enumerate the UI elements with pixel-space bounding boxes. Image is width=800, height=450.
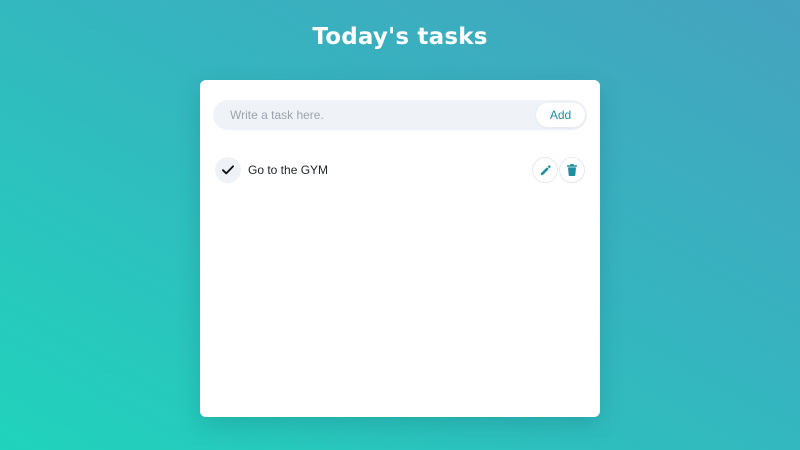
task-label: Go to the GYM bbox=[248, 163, 329, 177]
task-list: Go to the GYM bbox=[215, 157, 585, 183]
task-card: Add Go to the GYM bbox=[200, 80, 600, 417]
page-title: Today's tasks bbox=[312, 24, 488, 50]
trash-icon bbox=[567, 164, 577, 176]
edit-task-button[interactable] bbox=[532, 157, 558, 183]
pencil-icon bbox=[540, 164, 551, 176]
task-input-row: Add bbox=[213, 100, 587, 130]
task-input[interactable] bbox=[213, 100, 533, 130]
list-item: Go to the GYM bbox=[215, 157, 585, 183]
complete-toggle-button[interactable] bbox=[215, 157, 241, 183]
delete-task-button[interactable] bbox=[559, 157, 585, 183]
add-button[interactable]: Add bbox=[536, 103, 585, 127]
check-icon bbox=[222, 165, 234, 175]
